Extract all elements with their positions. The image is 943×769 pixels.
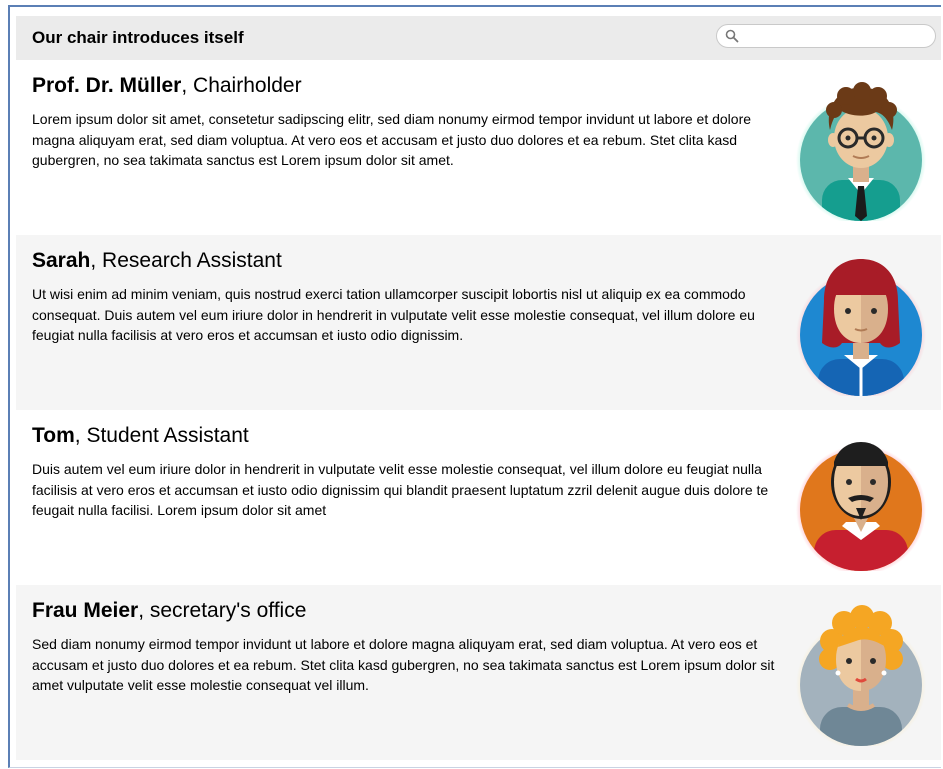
person-card-tom: Tom, Student Assistant Duis autem vel eu… — [16, 410, 941, 585]
person-heading: Prof. Dr. Müller, Chairholder — [32, 74, 302, 98]
person-card-meier: Frau Meier, secretary's office Sed diam … — [16, 585, 941, 760]
page-header: Our chair introduces itself — [16, 16, 941, 60]
person-description: Lorem ipsum dolor sit amet, consetetur s… — [32, 111, 752, 168]
person-heading: Frau Meier, secretary's office — [32, 599, 306, 623]
person-heading: Tom, Student Assistant — [32, 424, 249, 448]
person-name: Frau Meier — [32, 599, 139, 622]
person-card-sarah: Sarah, Research Assistant Ut wisi enim a… — [16, 235, 941, 410]
page-frame: Our chair introduces itself Prof. Dr. Mü… — [8, 5, 941, 768]
person-description: Duis autem vel eum iriure dolor in hendr… — [32, 461, 769, 518]
person-name: Tom — [32, 424, 75, 447]
person-name: Sarah — [32, 249, 91, 272]
professor-avatar-icon — [796, 82, 926, 221]
page-title: Our chair introduces itself — [32, 28, 244, 47]
person-description: Ut wisi enim ad minim veniam, quis nostr… — [32, 286, 755, 343]
person-description: Sed diam nonumy eirmod tempor invidunt u… — [32, 636, 775, 693]
person-role: , Research Assistant — [90, 249, 282, 272]
person-role: , Student Assistant — [74, 424, 249, 447]
woman-red-hair-avatar-icon — [796, 259, 926, 396]
person-name: Prof. Dr. Müller — [32, 74, 182, 97]
search-icon[interactable] — [725, 29, 739, 43]
person-role: , secretary's office — [138, 599, 307, 622]
person-card-mueller: Prof. Dr. Müller, Chairholder Lorem ipsu… — [16, 60, 941, 235]
woman-blonde-hair-avatar-icon — [796, 605, 926, 746]
search-input[interactable] — [743, 27, 933, 47]
person-heading: Sarah, Research Assistant — [32, 249, 282, 273]
person-role: , Chairholder — [181, 74, 302, 97]
man-beard-avatar-icon — [796, 442, 926, 571]
search-box[interactable] — [716, 24, 936, 48]
